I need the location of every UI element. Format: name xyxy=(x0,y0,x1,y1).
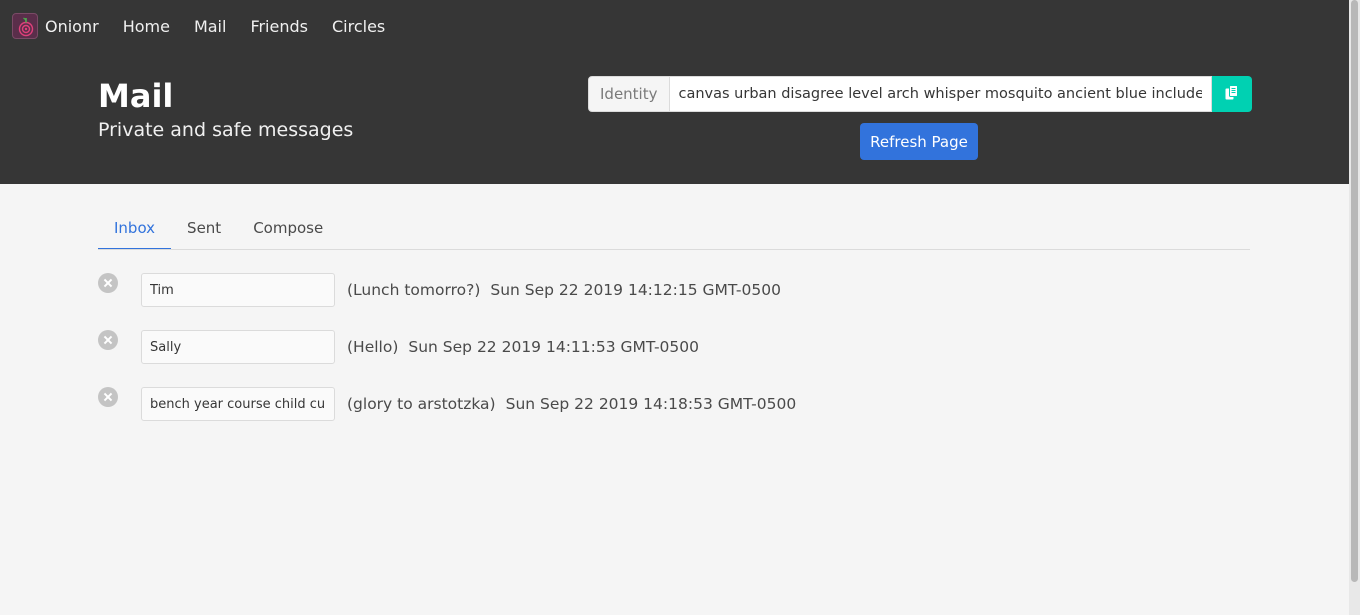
tab-inbox[interactable]: Inbox xyxy=(98,208,172,249)
copy-identity-button[interactable] xyxy=(1211,76,1252,112)
copy-icon xyxy=(1225,84,1239,104)
message-row[interactable]: (Hello) Sun Sep 22 2019 14:11:53 GMT-0500 xyxy=(98,330,898,364)
delete-icon[interactable] xyxy=(98,273,118,293)
message-date: Sun Sep 22 2019 14:11:53 GMT-0500 xyxy=(408,338,699,356)
nav-item-home[interactable]: Home xyxy=(123,17,170,36)
identity-input[interactable] xyxy=(669,76,1212,112)
message-date: Sun Sep 22 2019 14:18:53 GMT-0500 xyxy=(505,395,797,413)
page-subtitle: Private and safe messages xyxy=(98,119,354,141)
brand-name: Onionr xyxy=(45,16,99,36)
sender-field[interactable] xyxy=(141,273,335,307)
message-row[interactable]: (glory to arstotzka) Sun Sep 22 2019 14:1… xyxy=(98,387,898,421)
mail-tabs: Inbox Sent Compose xyxy=(98,208,1250,250)
message-info: (Hello) Sun Sep 22 2019 14:11:53 GMT-0500 xyxy=(347,330,699,364)
sender-field[interactable] xyxy=(141,387,335,421)
tab-compose[interactable]: Compose xyxy=(237,208,339,248)
message-row[interactable]: (Lunch tomorro?) Sun Sep 22 2019 14:12:15… xyxy=(98,273,898,307)
identity-field-group: Identity xyxy=(588,76,1252,112)
scrollbar-thumb[interactable] xyxy=(1351,0,1358,582)
delete-icon[interactable] xyxy=(98,330,118,350)
refresh-page-button[interactable]: Refresh Page xyxy=(860,123,978,160)
nav-item-mail[interactable]: Mail xyxy=(194,17,227,36)
brand[interactable]: Onionr xyxy=(12,0,99,52)
tab-sent[interactable]: Sent xyxy=(171,208,237,248)
message-date: Sun Sep 22 2019 14:12:15 GMT-0500 xyxy=(490,281,781,299)
page-title: Mail xyxy=(98,77,174,115)
page-scrollbar[interactable] xyxy=(1349,0,1360,615)
nav-item-friends[interactable]: Friends xyxy=(250,17,308,36)
nav-item-circles[interactable]: Circles xyxy=(332,17,385,36)
sender-field[interactable] xyxy=(141,330,335,364)
delete-icon[interactable] xyxy=(98,387,118,407)
identity-label: Identity xyxy=(588,76,670,112)
message-info: (glory to arstotzka) Sun Sep 22 2019 14:1… xyxy=(347,387,796,421)
navbar: Onionr Home Mail Friends Circles xyxy=(0,0,1349,52)
message-subject[interactable]: (glory to arstotzka) xyxy=(347,395,496,413)
onion-logo-icon xyxy=(12,13,38,39)
message-subject[interactable]: (Lunch tomorro?) xyxy=(347,281,480,299)
message-subject[interactable]: (Hello) xyxy=(347,338,398,356)
message-info: (Lunch tomorro?) Sun Sep 22 2019 14:12:15… xyxy=(347,273,781,307)
hero-header: Mail Private and safe messages Identity … xyxy=(0,52,1349,184)
